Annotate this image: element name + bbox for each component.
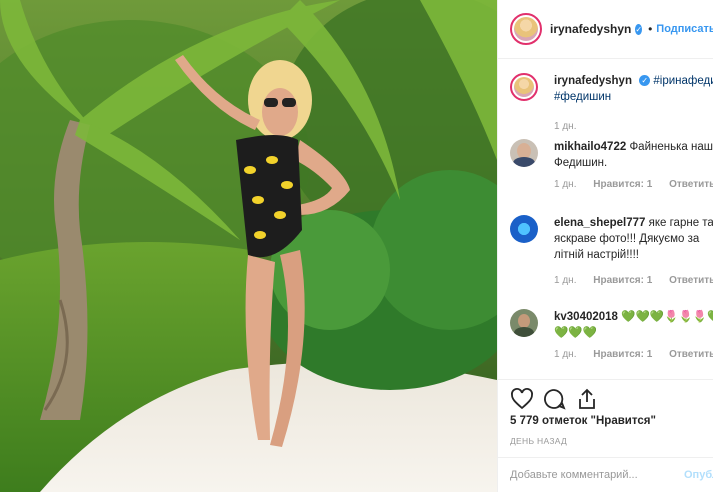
comment-likes[interactable]: Нравится: 1 [593, 275, 652, 286]
reply-button[interactable]: Ответить [669, 349, 713, 360]
verified-icon: ✓ [635, 23, 643, 35]
comment-text: elena_shepel777 яке гарне та яскраве фот… [554, 215, 713, 263]
comment-body: літній настрій!!!! [554, 249, 639, 261]
reply-button[interactable]: Ответить [669, 275, 713, 286]
comments-list[interactable]: irynafedyshyn ✓ #іринафедишин #федишин 1… [498, 59, 713, 376]
comment-username[interactable]: elena_shepel777 [554, 217, 645, 229]
comment-meta: 1 дн. Нравится: 1 Ответить [554, 349, 713, 360]
likes-count[interactable]: 5 779 отметок "Нравится" [510, 415, 656, 427]
header-username[interactable]: irynafedyshyn [550, 22, 631, 36]
caption-username[interactable]: irynafedyshyn [554, 75, 632, 87]
caption-avatar[interactable] [510, 73, 538, 101]
add-comment-bar: Добавьте комментарий... Опубликовать [498, 457, 713, 492]
commenter-avatar[interactable] [510, 139, 538, 167]
separator-dot: • [648, 22, 653, 36]
comment-item: elena_shepel777 яке гарне та яскраве фот… [510, 215, 713, 295]
comment-body: яскраве фото!!! Дякуємо за [554, 233, 700, 245]
post-photo[interactable] [0, 0, 497, 492]
commenter-avatar[interactable] [510, 309, 538, 337]
commenter-avatar[interactable] [510, 215, 538, 243]
post-timestamp[interactable]: ДЕНЬ НАЗАД [510, 436, 567, 446]
comment-username[interactable]: kv30402018 [554, 311, 618, 323]
comment-likes[interactable]: Нравится: 1 [593, 349, 652, 360]
comment-body: яке гарне та [648, 217, 713, 229]
comment-body: Файненька наша [629, 141, 713, 153]
comment-meta: 1 дн. Нравится: 1 Ответить [554, 179, 713, 190]
follow-button[interactable]: Подписаться [656, 23, 713, 35]
comment-time[interactable]: 1 дн. [554, 275, 576, 286]
post-sidebar: irynafedyshyn ✓ • Подписаться irynafedys… [497, 0, 713, 492]
post-comment-button[interactable]: Опубликовать [684, 469, 713, 481]
heart-icon[interactable] [510, 387, 534, 411]
comment-likes[interactable]: Нравится: 1 [593, 179, 652, 190]
comment-username[interactable]: mikhailo4722 [554, 141, 626, 153]
hashtag-link[interactable]: #іринафедишин [653, 75, 713, 87]
comment-body: Федишин. [554, 157, 608, 169]
beach-palm-photo [0, 0, 497, 492]
comment-text: kv30402018 💚💚💚🌷🌷🌷💚 💚💚💚 [554, 309, 713, 341]
action-bar [498, 379, 713, 420]
caption-text: irynafedyshyn ✓ #іринафедишин #федишин [554, 73, 713, 105]
comment-input[interactable]: Добавьте комментарий... [510, 469, 638, 481]
comment-meta: 1 дн. Нравится: 1 Ответить [554, 275, 713, 286]
comment-body: 💚💚💚 [554, 327, 597, 339]
post-header: irynafedyshyn ✓ • Подписаться [498, 0, 713, 59]
caption-meta: 1 дн. [554, 121, 590, 132]
comment-text: mikhailo4722 Файненька наша Федишин. [554, 139, 713, 171]
hashtag-link[interactable]: #федишин [554, 91, 611, 103]
share-icon[interactable] [575, 387, 599, 411]
reply-button[interactable]: Ответить [669, 179, 713, 190]
comment-icon[interactable] [542, 387, 566, 411]
comment-body: 💚💚💚🌷🌷🌷💚 [621, 311, 713, 323]
comment-time[interactable]: 1 дн. [554, 349, 576, 360]
comment-item: mikhailo4722 Файненька наша Федишин. 1 д… [510, 139, 713, 199]
verified-icon: ✓ [639, 75, 651, 87]
caption-time[interactable]: 1 дн. [554, 121, 576, 132]
comment-item: kv30402018 💚💚💚🌷🌷🌷💚 💚💚💚 1 дн. Нравится: 1… [510, 309, 713, 376]
comment-time[interactable]: 1 дн. [554, 179, 576, 190]
avatar[interactable] [510, 13, 542, 45]
